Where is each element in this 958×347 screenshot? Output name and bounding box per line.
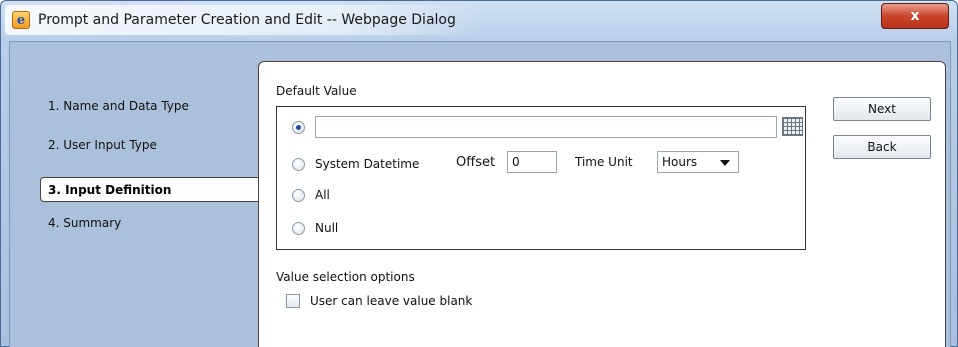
input-definition-panel: Default Value System Datetime Offset Tim…: [258, 61, 946, 347]
default-value-group: System Datetime Offset Time Unit Hours A…: [276, 106, 806, 250]
time-unit-select[interactable]: Hours: [657, 151, 739, 173]
dialog-window: e Prompt and Parameter Creation and Edit…: [0, 0, 958, 347]
leave-blank-checkbox[interactable]: [286, 294, 300, 308]
value-radio[interactable]: [292, 121, 305, 134]
value-selection-heading: Value selection options: [276, 270, 415, 284]
dialog-client-area: 1. Name and Data Type 2. User Input Type…: [9, 41, 951, 347]
null-radio[interactable]: [292, 222, 305, 235]
step-name-and-data-type[interactable]: 1. Name and Data Type: [48, 99, 189, 113]
next-button[interactable]: Next: [833, 97, 931, 121]
window-title: Prompt and Parameter Creation and Edit -…: [38, 12, 456, 28]
close-button[interactable]: x: [881, 3, 949, 29]
all-label: All: [315, 188, 330, 202]
leave-blank-label: User can leave value blank: [310, 294, 473, 308]
offset-input[interactable]: [507, 151, 557, 173]
internet-explorer-icon: e: [12, 11, 30, 29]
system-datetime-radio[interactable]: [292, 158, 305, 171]
system-datetime-label: System Datetime: [315, 157, 420, 171]
step-summary[interactable]: 4. Summary: [48, 216, 121, 230]
step-user-input-type[interactable]: 2. User Input Type: [48, 138, 157, 152]
chevron-down-icon: [720, 160, 730, 166]
step-input-definition[interactable]: 3. Input Definition: [40, 177, 260, 202]
close-icon: x: [910, 8, 920, 24]
all-radio[interactable]: [292, 189, 305, 202]
null-label: Null: [315, 221, 339, 235]
time-unit-value: Hours: [662, 155, 698, 169]
default-value-input[interactable]: [315, 116, 777, 138]
wizard-steps: 1. Name and Data Type 2. User Input Type…: [10, 42, 260, 347]
grid-picker-icon[interactable]: [782, 117, 803, 136]
default-value-heading: Default Value: [276, 84, 357, 98]
title-bar[interactable]: e Prompt and Parameter Creation and Edit…: [1, 1, 957, 41]
offset-label: Offset: [456, 155, 496, 170]
back-button[interactable]: Back: [833, 135, 931, 159]
time-unit-label: Time Unit: [575, 155, 633, 169]
